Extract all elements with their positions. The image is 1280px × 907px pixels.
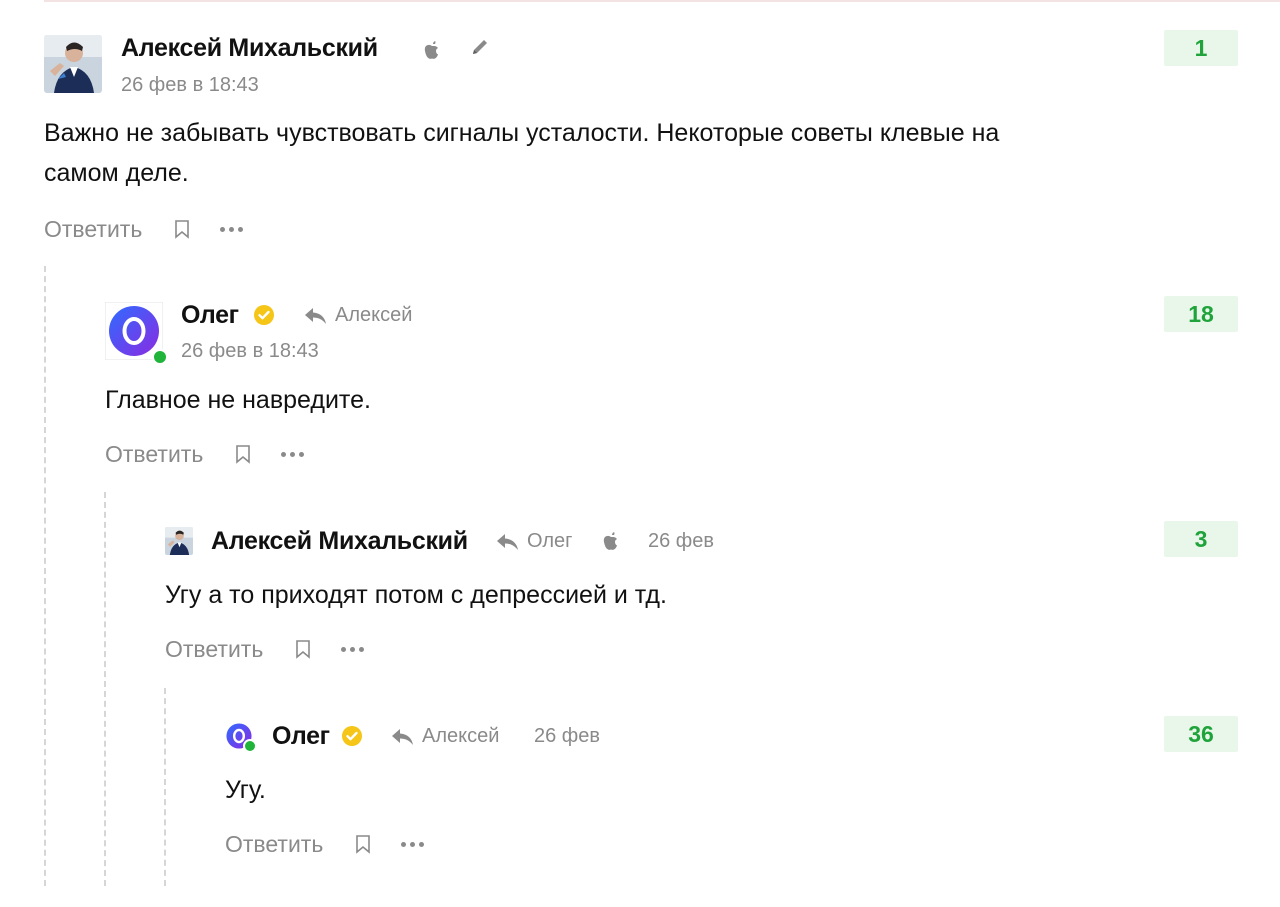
pencil-icon[interactable] bbox=[470, 37, 490, 62]
comment-author[interactable]: Алексей Михальский bbox=[121, 34, 378, 63]
reply-button[interactable]: Ответить bbox=[225, 831, 323, 858]
comment-text: Угу а то приходят потом с депрессией и т… bbox=[165, 581, 667, 609]
comment-author[interactable]: Олег bbox=[181, 301, 239, 330]
more-options-icon[interactable] bbox=[220, 226, 244, 232]
comment-actions: Ответить bbox=[225, 829, 425, 859]
reply-button[interactable]: Ответить bbox=[105, 441, 203, 468]
verified-badge-icon bbox=[341, 725, 363, 752]
score-badge[interactable]: 3 bbox=[1164, 521, 1238, 557]
reply-to[interactable]: Алексей bbox=[304, 304, 412, 327]
thread-line-level-1[interactable] bbox=[44, 266, 46, 886]
comment-actions: Ответить bbox=[105, 439, 305, 469]
comment-date[interactable]: 26 фев bbox=[534, 725, 600, 748]
bookmark-icon[interactable] bbox=[233, 443, 253, 465]
reply-arrow-icon bbox=[497, 533, 518, 550]
bookmark-icon[interactable] bbox=[172, 218, 192, 240]
avatar[interactable] bbox=[44, 35, 102, 93]
comment-text: Важно не забывать чувствовать сигналы ус… bbox=[44, 119, 1000, 187]
top-divider bbox=[44, 0, 1280, 2]
more-options-icon[interactable] bbox=[281, 451, 305, 457]
comment-actions: Ответить bbox=[44, 214, 244, 244]
reply-arrow-icon bbox=[392, 728, 413, 745]
score-badge[interactable]: 1 bbox=[1164, 30, 1238, 66]
online-status-dot bbox=[243, 739, 257, 753]
bookmark-icon[interactable] bbox=[293, 638, 313, 660]
reply-to[interactable]: Олег bbox=[496, 530, 572, 553]
reply-button[interactable]: Ответить bbox=[44, 216, 142, 243]
reply-button[interactable]: Ответить bbox=[165, 636, 263, 663]
comment-author[interactable]: Алексей Михальский bbox=[211, 527, 468, 556]
apple-icon bbox=[603, 532, 619, 555]
score-badge[interactable]: 18 bbox=[1164, 296, 1238, 332]
more-options-icon[interactable] bbox=[341, 646, 365, 652]
reply-arrow-icon bbox=[305, 307, 326, 324]
comment-date[interactable]: 26 фев bbox=[648, 530, 714, 553]
comment-actions: Ответить bbox=[165, 634, 365, 664]
reply-to-name[interactable]: Олег bbox=[527, 530, 572, 553]
reply-to[interactable]: Алексей bbox=[391, 725, 499, 748]
comment-text: Главное не навредите. bbox=[105, 386, 371, 414]
avatar[interactable] bbox=[225, 722, 257, 753]
comment-date[interactable]: 26 фев в 18:43 bbox=[121, 74, 259, 97]
apple-icon bbox=[424, 41, 440, 64]
thread-line-level-3[interactable] bbox=[164, 688, 166, 886]
thread-line-level-2[interactable] bbox=[104, 492, 106, 886]
online-status-dot bbox=[152, 349, 168, 365]
bookmark-icon[interactable] bbox=[353, 833, 373, 855]
comment-author[interactable]: Олег bbox=[272, 722, 330, 751]
reply-to-name[interactable]: Алексей bbox=[422, 725, 499, 748]
score-badge[interactable]: 36 bbox=[1164, 716, 1238, 752]
avatar[interactable] bbox=[104, 301, 168, 365]
avatar[interactable] bbox=[165, 527, 193, 555]
comment-text: Угу. bbox=[225, 776, 266, 804]
verified-badge-icon bbox=[253, 304, 275, 331]
reply-to-name[interactable]: Алексей bbox=[335, 304, 412, 327]
comment-date[interactable]: 26 фев в 18:43 bbox=[181, 340, 319, 363]
more-options-icon[interactable] bbox=[401, 841, 425, 847]
